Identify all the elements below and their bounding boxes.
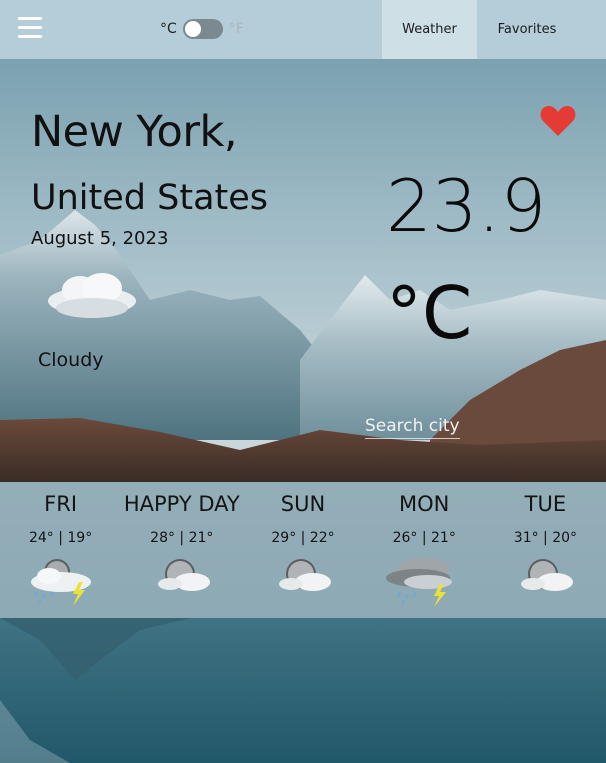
unit-fahrenheit-label: °F	[228, 21, 244, 37]
forecast-day[interactable]: HAPPY DAY 28° | 21°	[121, 482, 242, 618]
forecast-day-temps: 29° | 22°	[271, 530, 335, 546]
forecast-day-name: MON	[399, 492, 450, 516]
forecast-day[interactable]: MON 26° | 21°	[364, 482, 485, 618]
cloud-storm-icon	[386, 558, 453, 607]
moon-cloud-icon	[157, 559, 210, 591]
moon-storm-icon	[30, 559, 91, 606]
current-date: August 5, 2023	[31, 228, 169, 249]
forecast-day-temps: 24° | 19°	[28, 530, 93, 546]
forecast-strip: FRI 24° | 19° HAPPY DAY 28° | 21° SUN 29…	[0, 482, 606, 618]
nav-tab-favorites[interactable]: Favorites	[477, 0, 577, 59]
forecast-day-name: HAPPY DAY	[123, 492, 240, 516]
forecast-day[interactable]: TUE 31° | 20°	[485, 482, 606, 618]
forecast-day-name: SUN	[280, 492, 326, 516]
switch-knob	[184, 21, 201, 37]
temperature-unit: °C	[386, 271, 473, 355]
heart-icon[interactable]	[540, 104, 576, 137]
unit-toggle[interactable]: °C °F	[160, 18, 244, 40]
moon-cloud-icon	[521, 559, 574, 591]
forecast-day-temps: 26° | 21°	[392, 530, 456, 546]
condition-label: Cloudy	[38, 349, 104, 371]
nav-tab-weather[interactable]: Weather	[382, 0, 477, 59]
hamburger-menu-icon[interactable]	[18, 17, 42, 39]
search-city-link[interactable]: Search city	[365, 416, 460, 439]
top-bar: °C °F Weather Favorites	[0, 0, 606, 59]
temperature-value: 23.9	[386, 164, 547, 248]
forecast-day[interactable]: FRI 24° | 19°	[0, 482, 121, 618]
forecast-day-name: TUE	[524, 492, 567, 516]
country-name: United States	[31, 178, 269, 218]
forecast-day-temps: 28° | 21°	[150, 530, 214, 546]
forecast-day[interactable]: SUN 29° | 22°	[242, 482, 363, 618]
forecast-day-temps: 31° | 20°	[513, 530, 578, 546]
unit-switch[interactable]	[182, 19, 223, 39]
moon-cloud-icon	[279, 559, 331, 591]
forecast-day-name: FRI	[44, 492, 78, 516]
cloud-icon	[48, 273, 136, 318]
city-name: New York,	[31, 107, 238, 157]
unit-celsius-label: °C	[160, 21, 177, 37]
